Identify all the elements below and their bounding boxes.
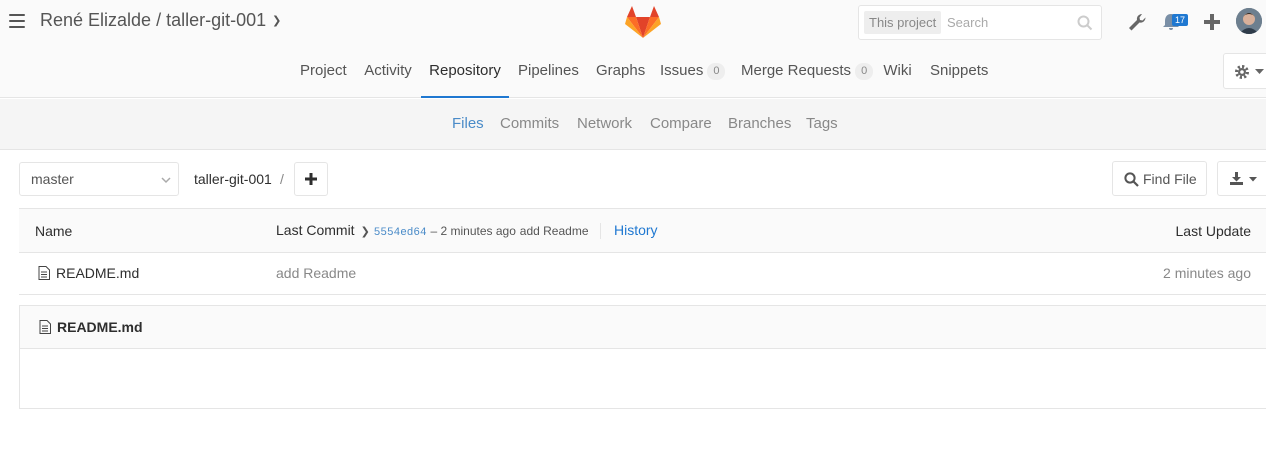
tab-merge-requests[interactable]: Merge Requests 0 (741, 44, 874, 98)
divider (600, 223, 601, 239)
find-file-button[interactable]: Find File (1112, 161, 1207, 196)
subnav-branches[interactable]: Branches (728, 99, 791, 149)
gitlab-logo-icon[interactable] (625, 5, 661, 39)
search-input[interactable] (947, 12, 1067, 33)
branch-label: master (31, 171, 74, 187)
search-icon (1124, 172, 1139, 187)
row-commit-message[interactable]: add Readme (276, 253, 356, 294)
project-title: René Elizalde / taller-git-001 (40, 10, 267, 30)
caret-down-icon (1249, 177, 1257, 182)
project-settings-button[interactable] (1223, 53, 1266, 89)
commit-time: – 2 minutes ago (430, 224, 516, 238)
tab-pipelines[interactable]: Pipelines (518, 44, 579, 98)
file-tree-table: Name Last Commit ❯ 5554ed64 – 2 minutes ag… (19, 208, 1266, 295)
tab-repository[interactable]: Repository (421, 44, 509, 98)
chevron-down-icon: ❯ (272, 15, 282, 27)
user-avatar[interactable] (1236, 8, 1262, 34)
tab-snippets[interactable]: Snippets (930, 44, 988, 98)
tab-activity[interactable]: Activity (364, 44, 412, 98)
readme-panel: README.md (19, 305, 1266, 409)
search-box: This project (858, 5, 1102, 40)
commit-sha-link[interactable]: 5554ed64 (374, 227, 427, 239)
column-header-last-update: Last Update (1175, 223, 1252, 239)
tab-issues[interactable]: Issues 0 (660, 44, 726, 98)
download-button[interactable] (1217, 161, 1266, 196)
history-link[interactable]: History (614, 209, 658, 251)
gear-icon (1235, 65, 1249, 79)
subnav-files[interactable]: Files (452, 99, 484, 149)
readme-title-link[interactable]: README.md (39, 306, 143, 348)
search-scope-badge[interactable]: This project (864, 11, 942, 34)
subnav-network[interactable]: Network (577, 99, 632, 149)
issues-count-badge: 0 (707, 63, 726, 80)
row-last-update: 2 minutes ago (1163, 265, 1251, 281)
tab-project[interactable]: Project (300, 44, 347, 98)
last-commit-summary: Last Commit ❯ 5554ed64 – 2 minutes ago add… (276, 209, 589, 254)
plus-icon[interactable] (1201, 11, 1223, 33)
find-file-label: Find File (1143, 171, 1197, 187)
merge-requests-count-badge: 0 (855, 63, 874, 80)
breadcrumb-repo[interactable]: taller-git-001 (194, 162, 272, 196)
subnav-compare[interactable]: Compare (650, 99, 712, 149)
file-text-icon (38, 266, 50, 280)
subnav-tags[interactable]: Tags (806, 99, 838, 149)
wrench-icon[interactable] (1126, 11, 1148, 33)
chevron-right-icon: ❯ (360, 226, 370, 238)
tab-wiki[interactable]: Wiki (883, 44, 912, 98)
avatar-icon (1236, 8, 1262, 34)
branch-select[interactable]: master (19, 162, 179, 196)
readme-header: README.md (20, 306, 1266, 349)
subnav-commits[interactable]: Commits (500, 99, 559, 149)
tab-graphs[interactable]: Graphs (596, 44, 645, 98)
file-text-icon (39, 320, 51, 334)
sidebar-toggle-icon[interactable] (9, 14, 25, 28)
breadcrumb-separator: / (280, 171, 284, 187)
project-title-dropdown[interactable]: René Elizalde / taller-git-001 ❯ (40, 10, 281, 31)
search-icon (1077, 15, 1093, 31)
chevron-down-icon (161, 177, 171, 184)
column-header-last-commit: Last Commit (276, 222, 355, 238)
tab-issues-label: Issues (660, 62, 704, 79)
repository-subnav: Files Commits Network Compare Branches T… (0, 99, 1266, 150)
commit-message-link[interactable]: add Readme (520, 224, 589, 238)
readme-title: README.md (57, 319, 143, 335)
add-file-button[interactable] (294, 162, 328, 196)
file-name: README.md (56, 265, 140, 281)
tree-header-row: Name Last Commit ❯ 5554ed64 – 2 minutes ag… (19, 208, 1266, 253)
file-link-readme[interactable]: README.md (38, 253, 139, 294)
download-icon (1230, 172, 1243, 185)
tab-merge-requests-label: Merge Requests (741, 62, 852, 79)
caret-down-icon (1255, 69, 1264, 74)
table-row: README.md add Readme 2 minutes ago (19, 253, 1266, 295)
todos-count-badge: 17 (1172, 14, 1189, 26)
plus-icon (305, 173, 317, 185)
top-header: René Elizalde / taller-git-001 ❯ This pro… (0, 0, 1266, 98)
project-nav: Project Activity Repository Pipelines Gr… (0, 44, 1266, 98)
column-header-name: Name (35, 223, 73, 239)
